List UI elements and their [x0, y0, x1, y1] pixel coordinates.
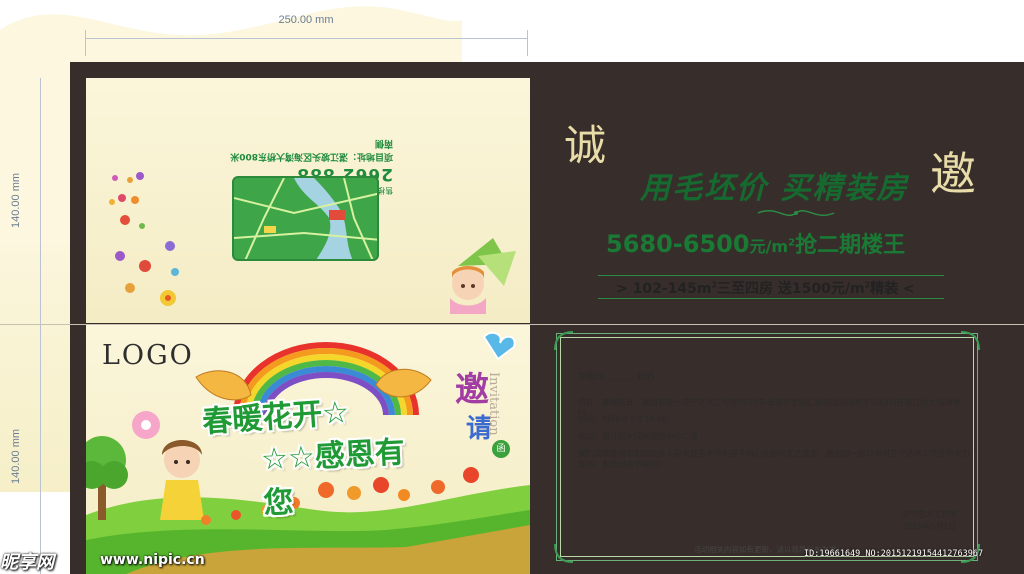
subline-rule-top — [598, 275, 944, 276]
corner-ornament-icon — [960, 331, 980, 351]
fold-line — [0, 324, 1024, 325]
height-top-dimension-label: 140.00 mm — [10, 172, 22, 228]
subline-rule-bottom — [598, 298, 944, 299]
calligraphy-yao: 邀 — [930, 147, 976, 201]
location-map — [232, 176, 379, 261]
invite-char-yao: 邀 — [455, 370, 489, 410]
calligraphy-cheng: 诚 — [564, 121, 607, 170]
dimension-tick — [527, 30, 528, 56]
price-line: 5680-6500元/m2抢二期楼王 — [606, 227, 905, 259]
sub-tail: 精装 < — [870, 281, 915, 297]
sub-prefix: > 102-145m — [616, 281, 712, 297]
letter-place: 地点：湛江恒大绿洲销售中心二楼 — [578, 432, 698, 441]
sub-mid: 三至四房 送1500元/m — [717, 281, 865, 297]
flower-cluster-illustration — [109, 172, 179, 306]
letter-greeting: 尊敬的＿＿＿＿妈妈： — [578, 372, 664, 382]
price-tail: 抢二期楼王 — [795, 233, 906, 258]
letter-date: 2015年5月1日 — [902, 522, 957, 531]
watermark-brand: 昵享网 — [0, 552, 54, 573]
letter-time: 时间：5月9日下午14:00 — [578, 415, 668, 424]
height-dimension-line — [40, 78, 41, 574]
promo-headline: 用毛坯价 买精装房 — [640, 171, 909, 206]
unit-subline: > 102-145m2三至四房 送1500元/m2精装 < — [616, 278, 915, 298]
dimension-tick — [85, 30, 86, 56]
height-bottom-dimension-label: 140.00 mm — [10, 428, 22, 484]
width-dimension-line — [85, 38, 527, 39]
invite-badge: 函 — [492, 440, 510, 458]
project-address: 项目地址：湛江坡头区海湾大桥东800米南侧 — [230, 138, 393, 161]
slogan-line-2: ☆☆感恩有您 — [260, 434, 406, 522]
width-dimension-label: 250.00 mm — [278, 14, 334, 26]
map-illustration — [234, 178, 377, 259]
price-unit: 元/m — [749, 237, 789, 256]
letter-paragraph-2: 我们诚挚邀请您和您的家人前来观看老师和孩子精心准备的文艺盛宴，感谢您一直以来对芷… — [578, 449, 970, 469]
corner-ornament-icon — [554, 543, 574, 563]
cover-slogan: 春暖花开☆ ☆☆感恩有您 — [201, 392, 432, 521]
ornament-divider-icon — [757, 210, 835, 216]
girl-with-pinwheel-illustration — [450, 238, 516, 314]
letter-signature: 芷宁艺术工作室 — [902, 510, 958, 519]
invitation-english: Invitation — [486, 372, 501, 436]
watermark-id: ID:19661649 NO:20151219154412763967 — [804, 549, 984, 559]
logo-placeholder: LOGO — [102, 340, 194, 371]
price-range: 5680-6500 — [606, 230, 750, 258]
watermark-url: www.nipic.cn — [100, 552, 205, 568]
corner-ornament-icon — [554, 331, 574, 351]
